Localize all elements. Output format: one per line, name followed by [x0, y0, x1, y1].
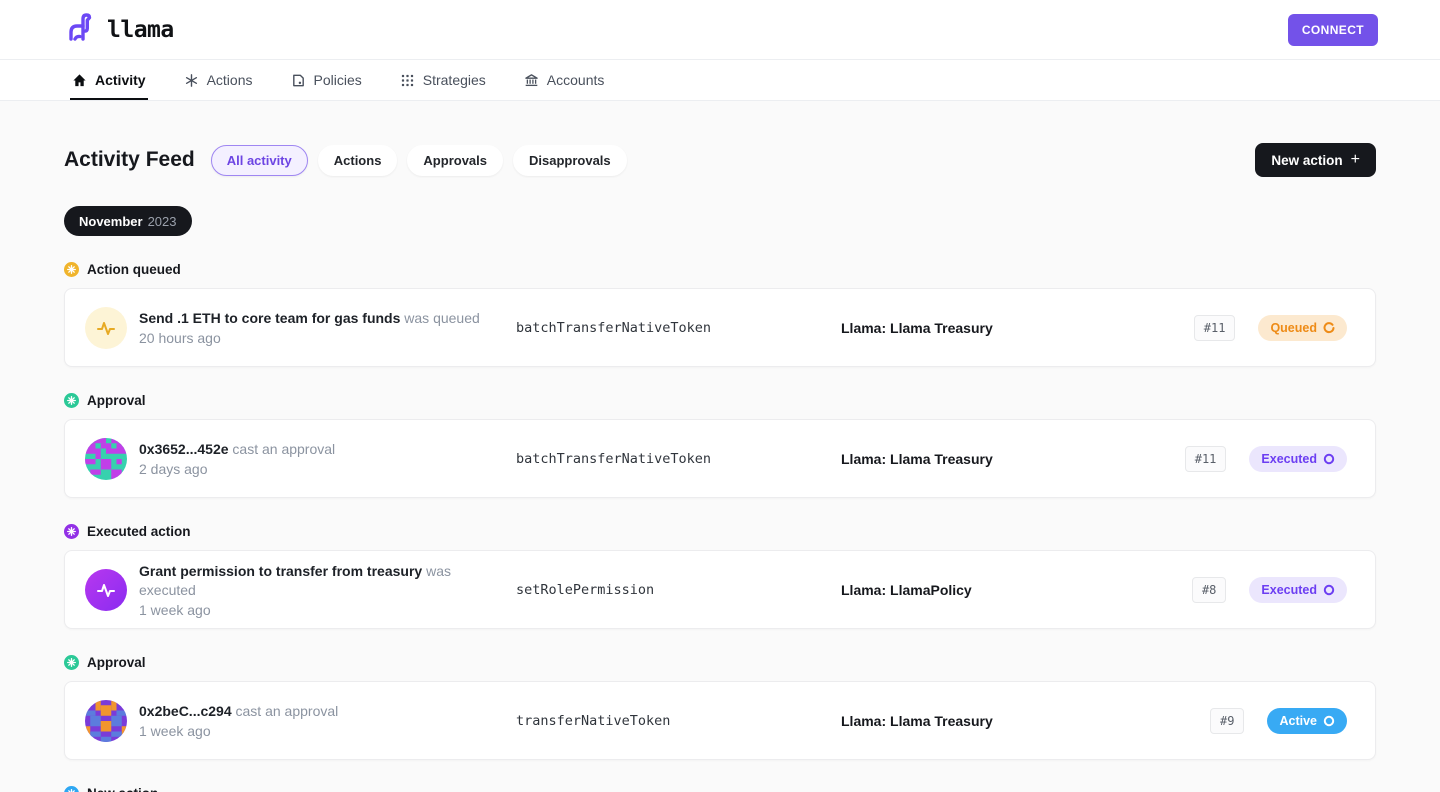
asterisk-icon [184, 73, 199, 88]
llama-logo-icon [64, 10, 98, 49]
section-header-new-action: New action [64, 786, 1376, 792]
activity-row-approval[interactable]: 0x2beC...c294 cast an approval 1 week ag… [64, 681, 1376, 760]
pixel-avatar [85, 438, 127, 480]
status-badge-executed: Executed [1249, 446, 1347, 472]
tab-actions[interactable]: Actions [184, 60, 253, 100]
activity-title: Grant permission to transfer from treasu… [139, 563, 422, 579]
star-burst-icon [64, 655, 79, 670]
activity-row-executed[interactable]: Grant permission to transfer from treasu… [64, 550, 1376, 629]
activity-title: 0x3652...452e [139, 441, 229, 457]
status-badge-active: Active [1267, 708, 1347, 734]
tab-strategies[interactable]: Strategies [400, 60, 486, 100]
function-name: batchTransferNativeToken [516, 451, 841, 467]
ring-icon [1323, 453, 1335, 465]
action-id-badge: #9 [1210, 708, 1244, 734]
activity-suffix: was queued [404, 310, 480, 326]
tab-activity[interactable]: Activity [72, 60, 146, 100]
filter-actions[interactable]: Actions [318, 145, 398, 176]
loader-icon [1323, 322, 1335, 334]
home-icon [72, 73, 87, 88]
plus-icon: + [1351, 151, 1360, 169]
activity-title: Send .1 ETH to core team for gas funds [139, 310, 400, 326]
star-burst-icon [64, 393, 79, 408]
month-badge: November 2023 [64, 206, 192, 236]
activity-suffix: cast an approval [232, 441, 335, 457]
function-name: setRolePermission [516, 582, 841, 598]
star-burst-icon [64, 786, 79, 792]
activity-time: 2 days ago [139, 461, 500, 477]
filter-pills: All activity Actions Approvals Disapprov… [211, 145, 1256, 176]
activity-time: 1 week ago [139, 602, 500, 618]
status-badge-queued: Queued [1258, 315, 1347, 341]
function-name: transferNativeToken [516, 713, 841, 729]
tab-accounts[interactable]: Accounts [524, 60, 605, 100]
account-name: Llama: LlamaPolicy [841, 582, 1192, 598]
section-header-action-queued: Action queued [64, 262, 1376, 277]
account-name: Llama: Llama Treasury [841, 713, 1210, 729]
connect-button[interactable]: CONNECT [1288, 14, 1378, 46]
ring-icon [1323, 584, 1335, 596]
action-id-badge: #8 [1192, 577, 1226, 603]
activity-title: 0x2beC...c294 [139, 703, 232, 719]
action-id-badge: #11 [1194, 315, 1236, 341]
brand[interactable]: llama [64, 10, 174, 49]
activity-suffix: cast an approval [236, 703, 339, 719]
section-header-approval: Approval [64, 393, 1376, 408]
status-badge-executed: Executed [1249, 577, 1347, 603]
brand-name: llama [107, 17, 174, 43]
filter-disapprovals[interactable]: Disapprovals [513, 145, 627, 176]
action-id-badge: #11 [1185, 446, 1227, 472]
activity-time: 20 hours ago [139, 330, 500, 346]
activity-row-approval[interactable]: 0x3652...452e cast an approval 2 days ag… [64, 419, 1376, 498]
document-icon [291, 73, 306, 88]
section-header-executed-action: Executed action [64, 524, 1376, 539]
top-header: llama CONNECT [0, 0, 1440, 60]
activity-row-queued[interactable]: Send .1 ETH to core team for gas funds w… [64, 288, 1376, 367]
grid-dots-icon [400, 73, 415, 88]
pulse-avatar-icon [85, 569, 127, 611]
star-burst-icon [64, 524, 79, 539]
pixel-avatar [85, 700, 127, 742]
section-header-approval: Approval [64, 655, 1376, 670]
pulse-avatar-icon [85, 307, 127, 349]
new-action-button[interactable]: New action + [1255, 143, 1376, 177]
filter-all-activity[interactable]: All activity [211, 145, 308, 176]
page-title: Activity Feed [64, 148, 195, 172]
main-nav: Activity Actions Policies Strategies [0, 60, 1440, 101]
bank-icon [524, 73, 539, 88]
tab-policies[interactable]: Policies [291, 60, 362, 100]
account-name: Llama: Llama Treasury [841, 451, 1185, 467]
function-name: batchTransferNativeToken [516, 320, 841, 336]
account-name: Llama: Llama Treasury [841, 320, 1194, 336]
star-burst-icon [64, 262, 79, 277]
activity-time: 1 week ago [139, 723, 500, 739]
ring-icon [1323, 715, 1335, 727]
filter-approvals[interactable]: Approvals [407, 145, 503, 176]
